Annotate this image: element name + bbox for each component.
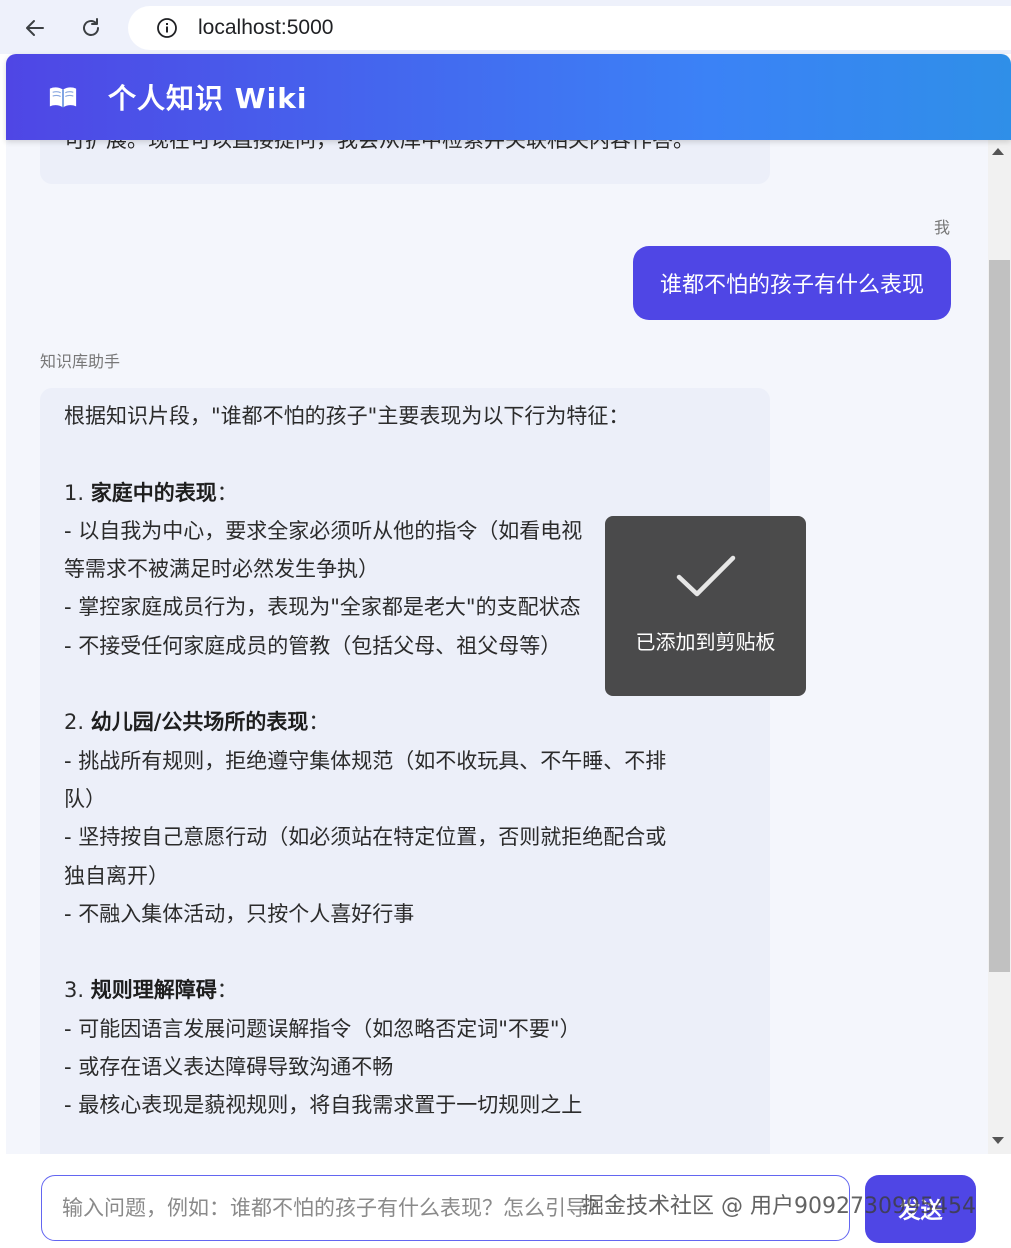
answer-list-number: 1. bbox=[64, 480, 91, 505]
app-header: 个人知识 Wiki bbox=[6, 54, 1011, 140]
answer-line-text: - 最核心表现是藐视规则，将自我需求置于一切规则之上 bbox=[64, 1093, 583, 1118]
scroll-up-arrow-icon[interactable] bbox=[992, 148, 1004, 155]
answer-line-text: 独自离开） bbox=[64, 863, 169, 888]
answer-line-text: - 坚持按自己意愿行动（如必须站在特定位置，否则就拒绝配合或 bbox=[64, 825, 667, 850]
url-text[interactable]: localhost:5000 bbox=[198, 16, 333, 40]
answer-line-text: ： bbox=[308, 710, 330, 735]
assistant-sender-label: 知识库助手 bbox=[40, 352, 121, 371]
answer-line-text: - 或存在语义表达障碍导致沟通不畅 bbox=[64, 1055, 394, 1080]
book-icon bbox=[48, 84, 78, 110]
answer-line: - 最核心表现是藐视规则，将自我需求置于一切规则之上 bbox=[64, 1086, 746, 1124]
answer-section-heading: 家庭中的表现 bbox=[90, 480, 217, 505]
answer-line bbox=[64, 435, 746, 473]
answer-line: 2. 幼儿园/公共场所的表现： bbox=[64, 703, 746, 741]
answer-list-number: 2. bbox=[64, 710, 91, 735]
previous-assistant-message: 可扩展。现在可以直接提问，我会从库中检索并关联相关内容作答。 bbox=[40, 140, 770, 184]
answer-line-text: 队） bbox=[64, 786, 106, 811]
answer-line: 3. 规则理解障碍： bbox=[64, 971, 746, 1009]
answer-line: 队） bbox=[64, 780, 746, 818]
watermark: 掘金技术社区 @ 用户9092730995454 bbox=[582, 1194, 976, 1219]
answer-line: 根据知识片段，"谁都不怕的孩子"主要表现为以下行为特征： bbox=[64, 397, 746, 435]
answer-line: 1. 家庭中的表现： bbox=[64, 474, 746, 512]
answer-line-text: 等需求不被满足时必然发生争执） bbox=[64, 557, 379, 582]
answer-line: 独自离开） bbox=[64, 857, 746, 895]
answer-line-text: - 不融入集体活动，只按个人喜好行事 bbox=[64, 901, 415, 926]
answer-line-text: - 以自我为中心，要求全家必须听从他的指令（如看电视 bbox=[64, 518, 583, 543]
address-bar[interactable]: localhost:5000 bbox=[128, 6, 1011, 50]
copied-toast: 已添加到剪贴板 bbox=[605, 516, 806, 696]
chat-scrollbar[interactable] bbox=[988, 140, 1011, 1154]
answer-line: - 不融入集体活动，只按个人喜好行事 bbox=[64, 895, 746, 933]
answer-section-heading: 幼儿园/公共场所的表现 bbox=[90, 710, 309, 735]
browser-toolbar: localhost:5000 bbox=[0, 0, 1011, 54]
answer-line: - 或存在语义表达障碍导致沟通不畅 bbox=[64, 1048, 746, 1086]
answer-line-text: - 可能因语言发展问题误解指令（如忽略否定词"不要"） bbox=[64, 1016, 581, 1041]
back-button[interactable] bbox=[18, 11, 52, 45]
answer-line-text: ： bbox=[216, 978, 238, 1003]
scrollbar-thumb[interactable] bbox=[989, 260, 1010, 972]
answer-line-text: - 掌控家庭成员行为，表现为"全家都是老大"的支配状态 bbox=[64, 595, 581, 620]
arrow-left-icon bbox=[26, 20, 44, 36]
assistant-answer-message[interactable]: 根据知识片段，"谁都不怕的孩子"主要表现为以下行为特征： 1. 家庭中的表现： -… bbox=[40, 388, 770, 1154]
reload-icon bbox=[83, 18, 99, 36]
info-icon[interactable] bbox=[156, 17, 178, 39]
answer-section-heading: 规则理解障碍 bbox=[90, 978, 217, 1003]
user-message: 谁都不怕的孩子有什么表现 bbox=[633, 246, 951, 320]
previous-message-text: 可扩展。现在可以直接提问，我会从库中检索并关联相关内容作答。 bbox=[64, 140, 694, 152]
answer-line: - 挑战所有规则，拒绝遵守集体规范（如不收玩具、不午睡、不排 bbox=[64, 742, 746, 780]
app-title: 个人知识 Wiki bbox=[108, 82, 308, 115]
answer-line-text: - 挑战所有规则，拒绝遵守集体规范（如不收玩具、不午睡、不排 bbox=[64, 748, 667, 773]
answer-line bbox=[64, 933, 746, 971]
toast-text: 已添加到剪贴板 bbox=[635, 630, 776, 654]
answer-list-number: 3. bbox=[64, 978, 91, 1003]
answer-line: - 坚持按自己意愿行动（如必须站在特定位置，否则就拒绝配合或 bbox=[64, 818, 746, 856]
answer-line: - 可能因语言发展问题误解指令（如忽略否定词"不要"） bbox=[64, 1010, 746, 1048]
checkmark-icon bbox=[676, 555, 735, 597]
scroll-down-arrow-icon[interactable] bbox=[992, 1137, 1004, 1144]
answer-line-text: 根据知识片段，"谁都不怕的孩子"主要表现为以下行为特征： bbox=[64, 404, 630, 428]
answer-line-text: ： bbox=[216, 480, 238, 505]
answer-line-text: - 不接受任何家庭成员的管教（包括父母、祖父母等） bbox=[64, 633, 562, 658]
chat-messages[interactable]: 可扩展。现在可以直接提问，我会从库中检索并关联相关内容作答。 我 谁都不怕的孩子… bbox=[6, 140, 988, 1154]
user-sender-label: 我 bbox=[933, 218, 950, 237]
reload-button[interactable] bbox=[74, 11, 108, 45]
